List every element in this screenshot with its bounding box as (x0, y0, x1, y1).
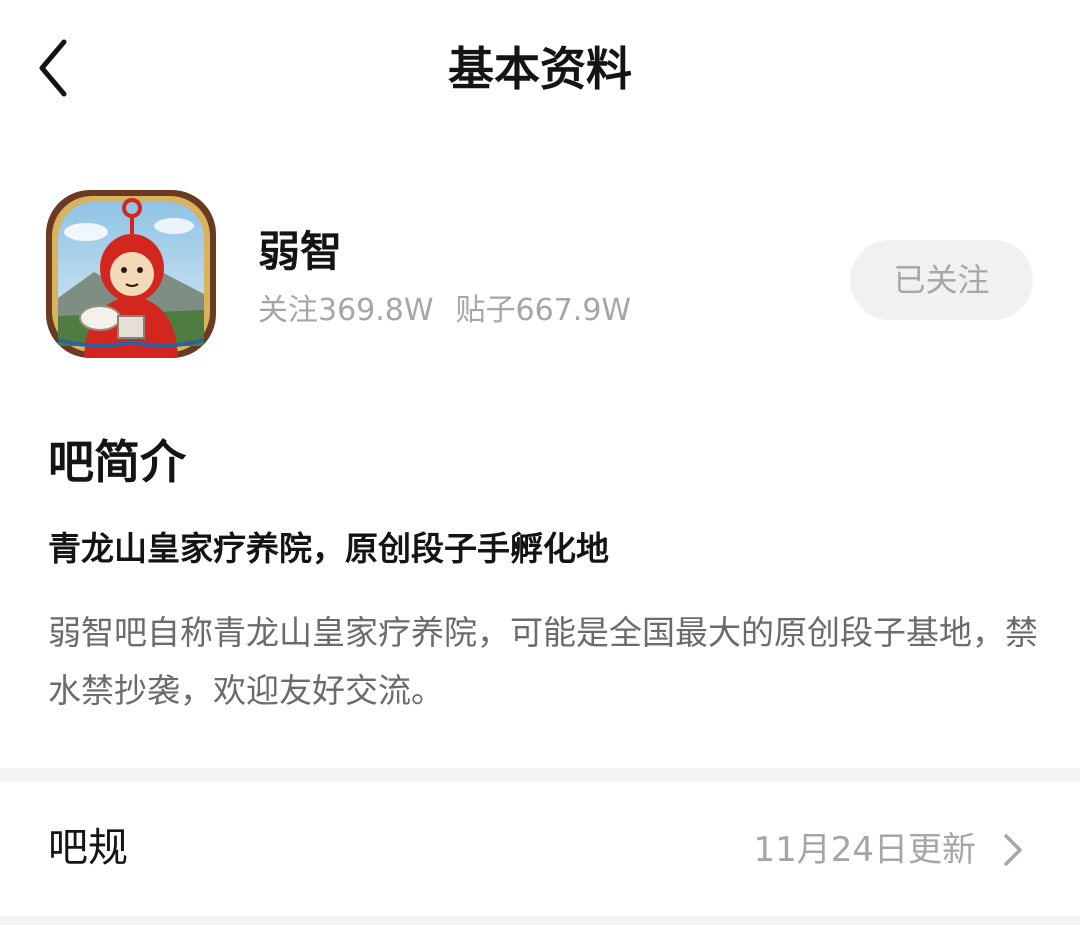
top-navigation-bar: 基本资料 (0, 0, 1080, 140)
forum-avatar-image (46, 190, 216, 358)
rules-label: 吧规 (48, 825, 128, 871)
intro-body: 弱智吧自称青龙山皇家疗养院，可能是全国最大的原创段子基地，禁水禁抄袭，欢迎友好交… (48, 613, 1038, 710)
chevron-right-icon (1004, 834, 1022, 866)
forum-header: 弱智 关注369.8W 贴子667.9W 已关注 (0, 180, 1080, 370)
forum-name: 弱智 (258, 227, 343, 276)
bottom-divider (0, 916, 1080, 925)
forum-rules-row[interactable]: 吧规 11月24日更新 (0, 782, 1080, 916)
page-title: 基本资料 (448, 42, 632, 96)
followed-button[interactable]: 已关注 (850, 240, 1033, 320)
forum-avatar[interactable] (46, 190, 216, 358)
intro-section-title: 吧简介 (48, 435, 186, 489)
rules-updated-date: 11月24日更新 (753, 830, 976, 870)
post-count: 贴子667.9W (455, 293, 632, 328)
intro-headline: 青龙山皇家疗养院，原创段子手孵化地 (48, 529, 609, 568)
follower-count: 关注369.8W (258, 293, 434, 328)
forum-stats: 关注369.8W 贴子667.9W (258, 290, 631, 332)
section-divider (0, 768, 1080, 782)
